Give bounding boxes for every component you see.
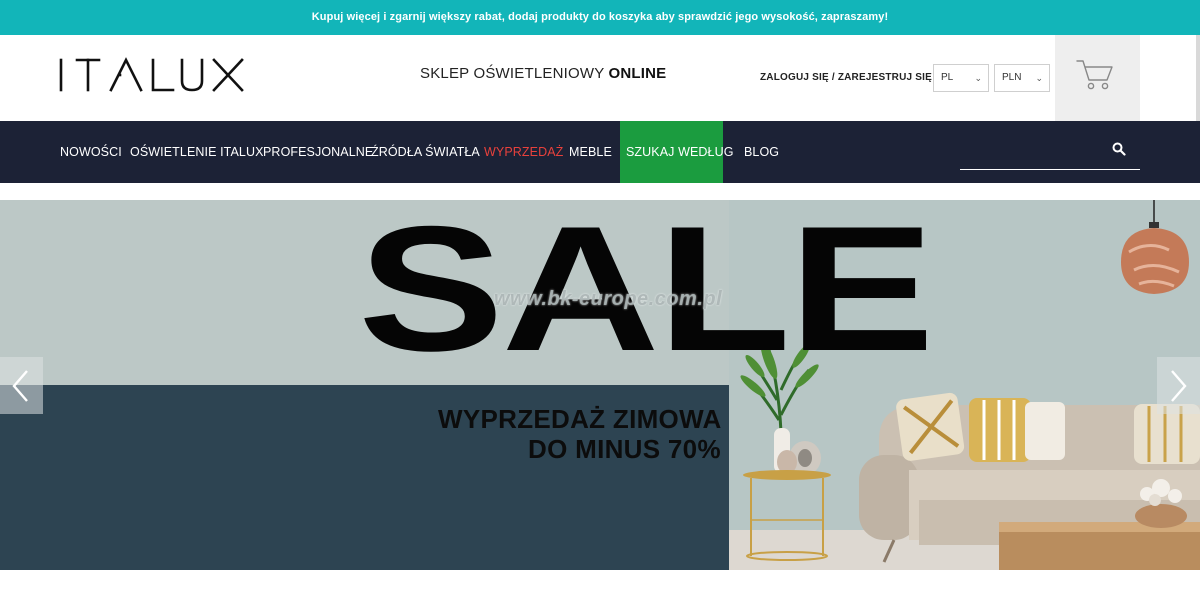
below-hero [0, 570, 1200, 600]
search-box [960, 137, 1140, 170]
chevron-left-icon [12, 370, 28, 402]
nav-item-furniture[interactable]: MEBLE [569, 121, 612, 183]
hero-subtitle-line2: DO MINUS 70% [528, 434, 721, 464]
search-input[interactable] [960, 141, 1105, 165]
nav-item-sale[interactable]: WYPRZEDAŻ [484, 121, 563, 183]
chevron-down-icon: ⌄ [974, 73, 982, 83]
account-links: ZALOGUJ SIĘ / ZAREJESTRUJ SIĘ [760, 72, 932, 83]
currency-select[interactable]: PLN ⌄ [994, 64, 1050, 92]
promo-text: Kupuj więcej i zgarnij większy rabat, do… [311, 11, 889, 23]
tagline-prefix: SKLEP OŚWIETLENIOWY [420, 65, 609, 82]
hero-subtitle-line1: WYPRZEDAŻ ZIMOWA [438, 404, 722, 434]
nav-item-search-by[interactable]: SZUKAJ WEDŁUG [620, 121, 733, 183]
language-value: PL [941, 72, 954, 83]
nav-item-light-sources[interactable]: ŹRÓDŁA ŚWIATŁA [371, 121, 480, 183]
login-link[interactable]: ZALOGUJ SIĘ [760, 72, 829, 83]
chevron-down-icon: ⌄ [1035, 73, 1043, 83]
nav-item-professional[interactable]: PROFESJONALNE [263, 121, 373, 183]
shop-tagline: SKLEP OŚWIETLENIOWY ONLINE [420, 65, 666, 82]
logo-wordmark [59, 57, 244, 92]
italux-logo[interactable] [58, 57, 248, 93]
site-header: SKLEP OŚWIETLENIOWY ONLINE ZALOGUJ SIĘ /… [0, 35, 1200, 121]
cart-icon [1076, 60, 1113, 90]
nav-item-blog[interactable]: BLOG [744, 121, 779, 183]
main-navigation: NOWOŚCI OŚWIETLENIE ITALUX PROFESJONALNE… [0, 121, 1200, 183]
chevron-right-icon [1171, 370, 1187, 402]
search-icon[interactable] [1112, 142, 1126, 161]
slider-prev-button[interactable] [0, 357, 43, 414]
hero-slider[interactable]: SALE www.bk-europe.com.pl WYPRZEDAŻ ZIMO… [0, 200, 1200, 570]
currency-value: PLN [1002, 72, 1022, 83]
register-link[interactable]: / ZAREJESTRUJ SIĘ [832, 72, 932, 83]
slider-next-button[interactable] [1157, 357, 1200, 414]
language-select[interactable]: PL ⌄ [933, 64, 989, 92]
tagline-bold: ONLINE [608, 65, 667, 82]
spacer [0, 183, 1200, 200]
nav-item-italux-lighting[interactable]: OŚWIETLENIE ITALUX [130, 121, 264, 183]
cart-button[interactable] [1055, 35, 1140, 121]
promo-banner: Kupuj więcej i zgarnij większy rabat, do… [0, 0, 1200, 35]
nav-item-new[interactable]: NOWOŚCI [60, 121, 122, 183]
hero-watermark: www.bk-europe.com.pl [494, 288, 723, 310]
